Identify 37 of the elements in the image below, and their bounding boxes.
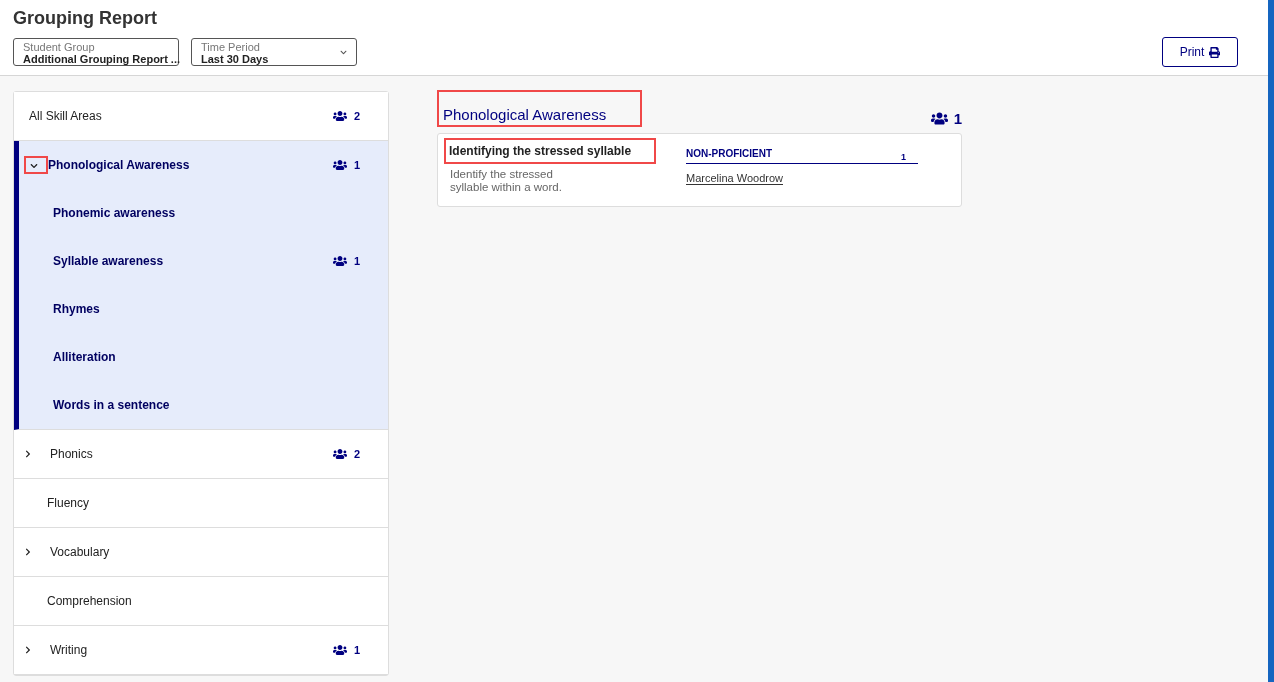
nav-item[interactable]: Vocabulary <box>14 528 388 576</box>
print-button[interactable]: Print <box>1162 37 1238 67</box>
printer-icon <box>1209 46 1221 58</box>
chevron-right-icon[interactable] <box>24 646 32 654</box>
users-icon <box>332 447 347 461</box>
group-count: 1 <box>930 110 962 127</box>
skill-title: Identifying the stressed syllable <box>449 144 632 158</box>
group-count: 1 <box>332 158 360 172</box>
sub-nav-item[interactable]: Rhymes <box>19 285 388 333</box>
sub-nav-item[interactable]: Alliteration <box>19 333 388 381</box>
skill-description: Identify the stressed syllable within a word. <box>449 168 563 194</box>
nav-item[interactable]: All Skill Areas 2 <box>14 92 388 141</box>
page-title: Grouping Report <box>13 8 158 29</box>
users-icon <box>332 109 347 123</box>
sub-nav-item[interactable]: Words in a sentence <box>19 381 388 429</box>
filter-dropdown[interactable]: Student Group Additional Grouping Report ... <box>13 38 179 66</box>
users-icon <box>332 643 347 657</box>
users-icon <box>332 158 347 172</box>
section-heading: Phonological Awareness <box>443 106 607 123</box>
group-count: 2 <box>332 109 360 123</box>
chevron-down-icon <box>340 49 347 56</box>
sub-nav-item[interactable]: Phonemic awareness <box>19 189 388 237</box>
group-count: 1 <box>332 254 360 268</box>
group-count: 1 <box>332 643 360 657</box>
proficiency-bar: NON-PROFICIENT 1 <box>686 148 918 164</box>
nav-item[interactable]: Phonological Awareness 1 <box>19 141 388 189</box>
users-icon <box>930 110 948 127</box>
nav-item[interactable]: Phonics 2 <box>14 430 388 478</box>
filter-dropdown[interactable]: Time Period Last 30 Days <box>191 38 357 66</box>
nav-item[interactable]: Writing 1 <box>14 626 388 674</box>
group-count: 2 <box>332 447 360 461</box>
chevron-right-icon[interactable] <box>24 450 32 458</box>
chevron-right-icon[interactable] <box>24 548 32 556</box>
sub-nav-item[interactable]: Syllable awareness 1 <box>19 237 388 285</box>
student-link[interactable]: Marcelina Woodrow <box>686 172 783 185</box>
users-icon <box>332 254 347 268</box>
chevron-down-icon[interactable] <box>30 162 38 170</box>
